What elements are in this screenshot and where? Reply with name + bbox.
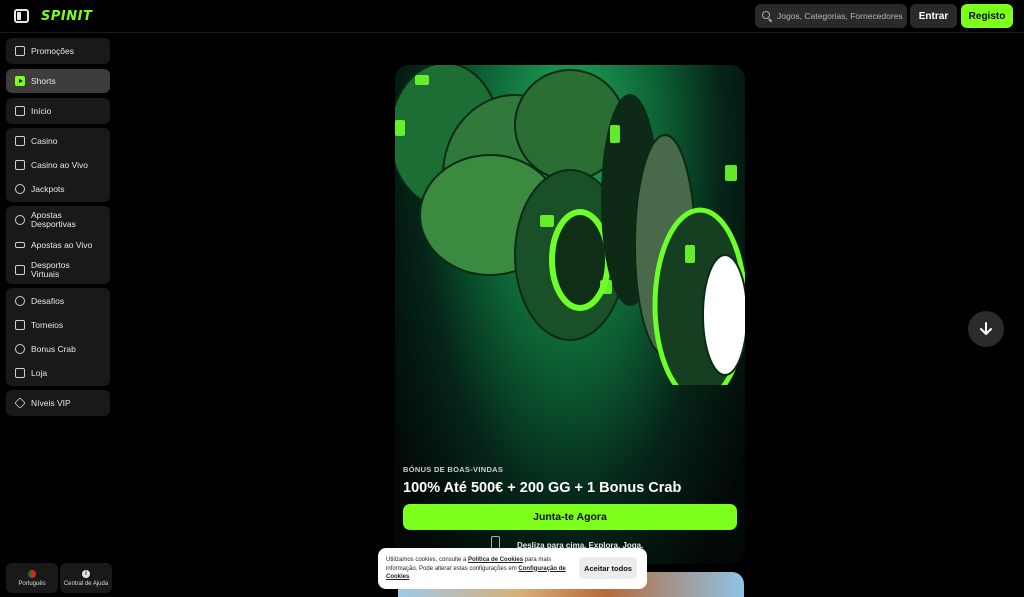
welcome-bonus-card: BÓNUS DE BOAS-VINDAS 100% Até 500€ + 200… (395, 65, 745, 564)
sidebar-item-casino-ao-vivo[interactable]: Casino ao Vivo (6, 153, 110, 177)
casino-chips-image (395, 65, 745, 385)
sidebar-item-shorts[interactable]: Shorts (6, 69, 110, 93)
play-icon (15, 76, 25, 86)
sidebar-item-label: Início (31, 105, 52, 116)
soccer-ball-icon (15, 215, 25, 225)
nav-group-sports: Apostas Desportivas Apostas ao Vivo Desp… (6, 206, 110, 284)
monitor-icon (15, 265, 25, 275)
challenge-icon (15, 296, 25, 306)
accept-all-cookies-button[interactable]: Aceitar todos (579, 557, 637, 579)
register-button[interactable]: Registo (961, 4, 1013, 28)
sidebar-nav: Promoções Shorts Início Casino Casino ao… (6, 38, 110, 420)
sidebar-item-apostas-desportivas[interactable]: Apostas Desportivas (6, 207, 110, 233)
crab-icon (15, 344, 25, 354)
join-now-button[interactable]: Junta-te Agora (403, 504, 737, 530)
cookie-policy-link[interactable]: Política de Cookies (468, 557, 523, 563)
spinit-logo[interactable]: SPINIT (41, 9, 92, 24)
cookie-text-part: Utilizamos cookies, consulte a (386, 557, 469, 563)
nav-group-casino: Casino Casino ao Vivo Jackpots (6, 128, 110, 202)
sidebar-item-label: Desportos Virtuais (31, 260, 70, 279)
diamond-icon (14, 397, 26, 409)
home-icon (15, 106, 25, 116)
nav-group-home: Início (6, 98, 110, 124)
sidebar-item-label: Casino ao Vivo (31, 159, 89, 170)
sidebar-toggle-icon[interactable] (14, 9, 29, 23)
language-button[interactable]: Português (6, 563, 58, 593)
slot-machine-icon (15, 136, 25, 146)
trophy-icon (15, 320, 25, 330)
info-icon: i (82, 569, 90, 578)
sidebar-item-label: Torneios (31, 319, 64, 330)
nav-group-shorts: Shorts (6, 68, 110, 94)
gift-icon (15, 46, 25, 56)
sidebar-item-label: Apostas ao Vivo (31, 239, 93, 250)
help-label: Central de Ajuda (63, 580, 109, 587)
top-header: SPINIT Jogos, Categorias, Fornecedores E… (0, 0, 1024, 33)
login-button[interactable]: Entrar (910, 4, 957, 28)
promo-title: 100% Até 500€ + 200 GG + 1 Bonus Crab (403, 480, 682, 496)
help-center-button[interactable]: i Central de Ajuda (60, 563, 112, 593)
search-placeholder: Jogos, Categorias, Fornecedores (777, 11, 903, 21)
cookie-text: Utilizamos cookies, consulte a Política … (386, 556, 566, 582)
live-bets-icon (15, 242, 25, 248)
sidebar-item-label: Loja (31, 367, 48, 378)
sidebar-item-bonus-crab[interactable]: Bonus Crab (6, 337, 110, 361)
scroll-down-button[interactable] (968, 311, 1004, 347)
sidebar-item-label: Shorts (31, 75, 56, 86)
sidebar-item-label: Desafios (31, 295, 65, 306)
nav-group-extras: Desafios Torneios Bonus Crab Loja (6, 288, 110, 386)
live-casino-icon (15, 160, 25, 170)
sidebar-item-label: Jackpots (31, 183, 65, 194)
sidebar-item-label: Bonus Crab (31, 343, 76, 354)
jackpot-icon (15, 184, 25, 194)
sidebar-item-desportos-virtuais[interactable]: Desportos Virtuais (6, 257, 110, 283)
sidebar-item-casino[interactable]: Casino (6, 129, 110, 153)
language-label: Português (18, 580, 46, 587)
sidebar-item-niveis-vip[interactable]: Níveis VIP (6, 391, 110, 415)
nav-group-promotions: Promoções (6, 38, 110, 64)
sidebar-item-desafios[interactable]: Desafios (6, 289, 110, 313)
sidebar-item-torneios[interactable]: Torneios (6, 313, 110, 337)
search-icon (762, 11, 772, 21)
sidebar-item-apostas-ao-vivo[interactable]: Apostas ao Vivo (6, 233, 110, 257)
sidebar-item-loja[interactable]: Loja (6, 361, 110, 385)
portugal-flag-icon (28, 569, 36, 578)
sidebar-item-promocoes[interactable]: Promoções (6, 39, 110, 63)
sidebar-item-inicio[interactable]: Início (6, 99, 110, 123)
sidebar-item-label: Apostas Desportivas (31, 210, 76, 229)
shop-bag-icon (15, 368, 25, 378)
search-input[interactable]: Jogos, Categorias, Fornecedores (755, 4, 907, 28)
promo-label: BÓNUS DE BOAS-VINDAS (403, 465, 504, 474)
sidebar-item-label: Promoções (31, 45, 74, 56)
sidebar-item-jackpots[interactable]: Jackpots (6, 177, 110, 201)
nav-group-vip: Níveis VIP (6, 390, 110, 416)
sidebar-item-label: Casino (31, 135, 58, 146)
sidebar-item-label: Níveis VIP (31, 397, 71, 408)
arrow-down-icon (980, 322, 992, 335)
